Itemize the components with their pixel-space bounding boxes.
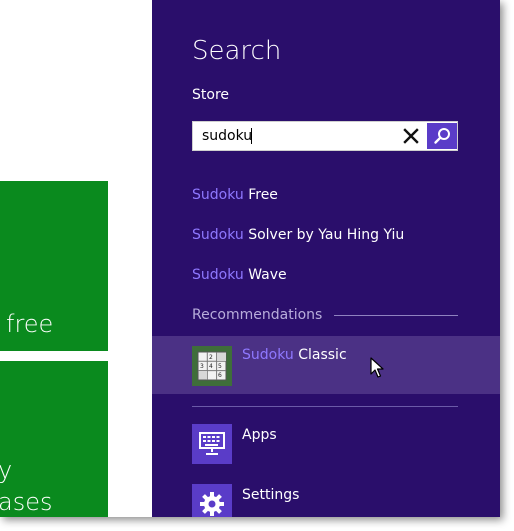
category-apps[interactable]: Apps	[192, 424, 458, 466]
recommendations-label: Recommendations	[192, 307, 323, 323]
category-label: Settings	[242, 487, 300, 503]
screen-frame: free y ases Search Store Sudoku Free Sud…	[0, 0, 500, 517]
tile-text: y	[0, 456, 13, 484]
recommendations-header: Recommendations	[192, 307, 458, 323]
svg-text:3: 3	[200, 363, 204, 370]
suggestion-item[interactable]: Sudoku Free	[192, 187, 278, 203]
panel-title: Search	[192, 36, 282, 66]
recommendation-item[interactable]: 3 4 5 2 6 Sudoku Classic	[152, 336, 500, 394]
suggestion-item[interactable]: Sudoku Wave	[192, 267, 287, 283]
mouse-pointer-icon	[370, 357, 384, 378]
recommendation-rest: Classic	[293, 347, 347, 363]
keyboard-monitor-icon	[192, 424, 232, 464]
suggestion-match: Sudoku	[192, 267, 244, 283]
header-divider	[334, 314, 458, 316]
recommendation-match: Sudoku	[242, 347, 294, 363]
search-box	[192, 121, 458, 151]
suggestion-rest: Solver by Yau Hing Yiu	[243, 227, 405, 243]
svg-text:4: 4	[209, 363, 213, 370]
close-icon	[403, 128, 419, 144]
category-label: Apps	[242, 427, 277, 443]
search-scope-label: Store	[192, 87, 230, 103]
tile-text: free	[6, 310, 54, 338]
suggestion-item[interactable]: Sudoku Solver by Yau Hing Yiu	[192, 227, 404, 243]
suggestion-rest: Free	[243, 187, 278, 203]
gear-icon	[192, 484, 232, 517]
suggestion-rest: Wave	[243, 267, 287, 283]
suggestion-match: Sudoku	[192, 227, 244, 243]
section-divider	[192, 406, 458, 407]
recommendation-name: Sudoku Classic	[242, 347, 347, 363]
svg-text:6: 6	[218, 372, 222, 379]
svg-text:2: 2	[209, 354, 213, 361]
clear-button[interactable]	[399, 124, 423, 148]
suggestion-match: Sudoku	[192, 187, 244, 203]
search-icon	[434, 128, 450, 144]
tile-text: ases	[0, 488, 53, 516]
app-thumbnail-icon: 3 4 5 2 6	[192, 346, 232, 386]
store-background: free y ases	[0, 0, 152, 517]
search-input[interactable]	[193, 122, 397, 150]
svg-text:5: 5	[218, 363, 222, 370]
category-settings[interactable]: Settings	[192, 484, 458, 517]
text-caret	[251, 128, 252, 144]
search-charm-panel: Search Store Sudoku Free Sudoku Solver b…	[152, 0, 500, 517]
search-button[interactable]	[427, 123, 457, 149]
